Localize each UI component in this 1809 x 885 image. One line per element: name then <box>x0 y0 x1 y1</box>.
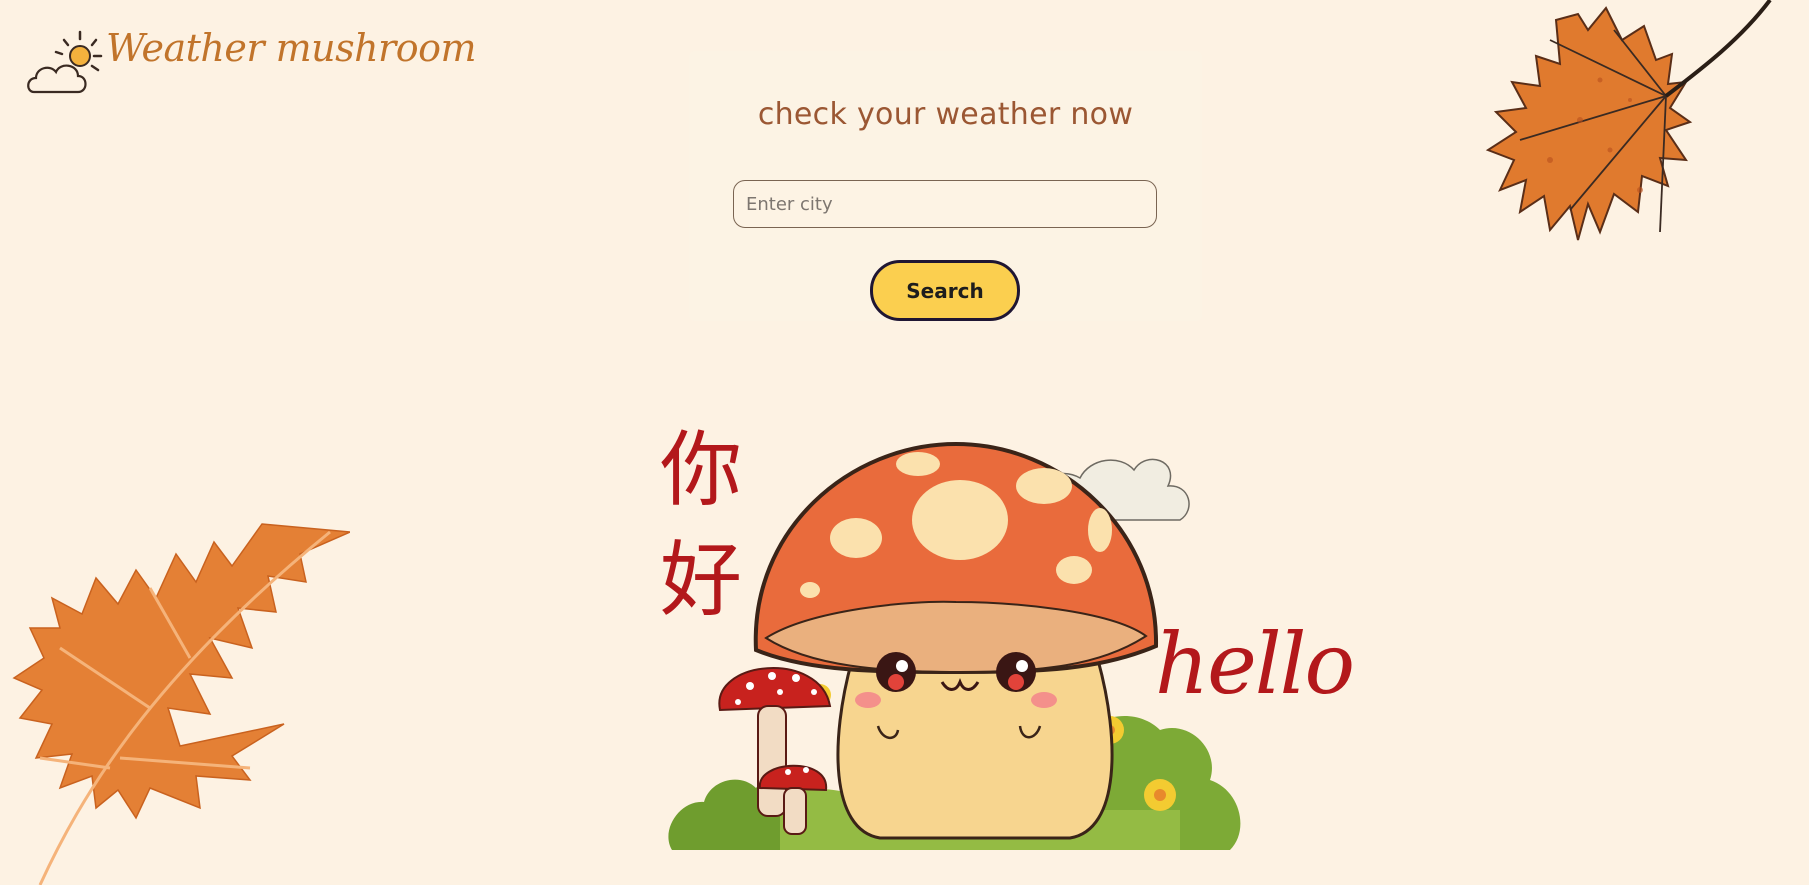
maple-leaf-bottom-left-icon <box>12 523 350 885</box>
search-panel: check your weather now Search <box>689 51 1202 321</box>
greeting-hello: hello <box>1155 615 1355 713</box>
sun-behind-cloud-icon <box>27 30 103 94</box>
weather-app-page: { "brand": { "name": "Weather mushroom",… <box>0 0 1809 885</box>
city-search-input[interactable] <box>733 180 1157 228</box>
search-heading: check your weather now <box>757 97 1134 132</box>
greeting-cjk-hao: 好 <box>660 533 743 628</box>
site-logo-text: Weather mushroom <box>106 26 477 70</box>
search-button[interactable]: Search <box>870 260 1020 321</box>
greeting-cjk-ni: 你 <box>660 423 743 518</box>
site-logo[interactable]: Weather mushroom <box>26 24 477 98</box>
mushroom-illustration: 你 好 hello <box>660 410 1355 880</box>
maple-leaf-top-right-icon <box>1485 0 1772 241</box>
